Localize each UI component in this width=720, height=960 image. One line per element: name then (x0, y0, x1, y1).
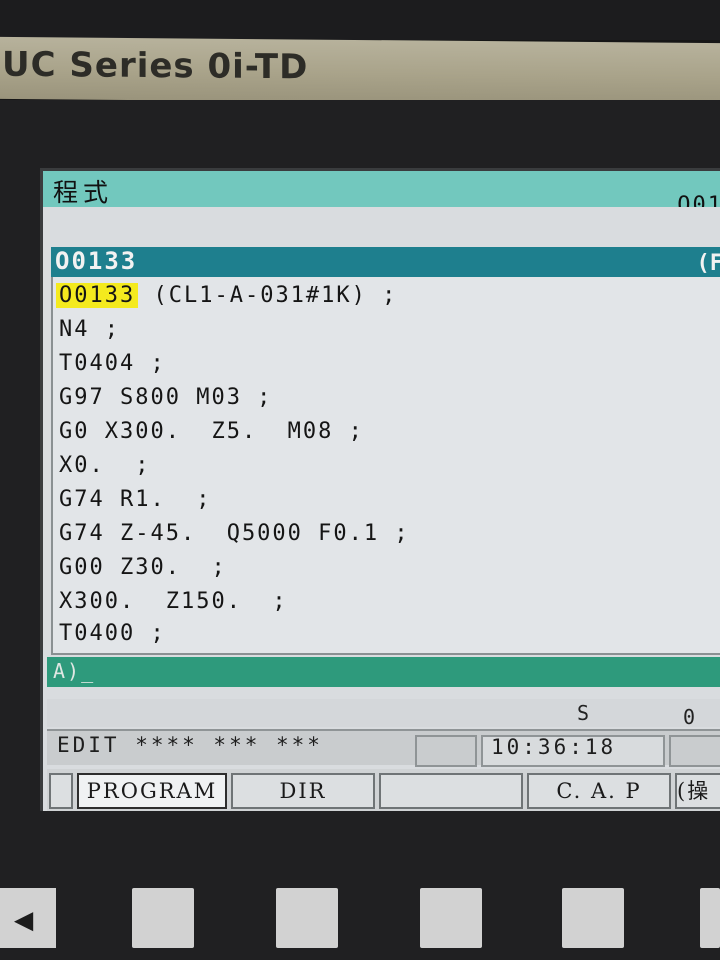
bezel-top (0, 0, 720, 40)
program-line[interactable]: G00 Z30. ; (59, 555, 227, 580)
program-line[interactable]: N4 ; (59, 317, 120, 342)
softkey-cap[interactable]: C. A. P (527, 773, 671, 809)
left-arrow-icon: ◀ (14, 900, 34, 938)
softkey-operation[interactable]: (操 (675, 773, 720, 809)
program-line[interactable]: G74 R1. ; (59, 487, 211, 512)
program-line[interactable]: T0404 ; (59, 351, 166, 376)
input-line-text: A)_ (53, 659, 96, 683)
softkey-bar: PROGRAM DIR C. A. P (操 (47, 769, 720, 811)
mode-status: EDIT **** *** *** (57, 733, 323, 757)
softkey-return[interactable] (49, 773, 73, 809)
program-header-mode: (F (696, 251, 720, 276)
input-line[interactable]: A)_ (47, 657, 720, 687)
program-line-text: (CL1-A-031#1K) ; (138, 283, 398, 308)
status-box (415, 735, 477, 767)
clock-time: 10:36:18 (491, 735, 617, 759)
status-box-right (669, 735, 720, 767)
screen-title: 程式 (53, 178, 114, 207)
spindle-label: S (577, 701, 590, 725)
status-row (47, 699, 720, 727)
program-line[interactable]: G74 Z-45. Q5000 F0.1 ; (59, 521, 410, 546)
softkey-program[interactable]: PROGRAM (77, 773, 227, 809)
program-line[interactable]: O0133 (CL1-A-031#1K) ; (56, 283, 398, 308)
title-bar: 程式 O01 (43, 171, 720, 218)
brand-label: UC Series 0i-TD (2, 44, 309, 88)
program-line[interactable]: X0. ; (59, 453, 150, 478)
hardware-softkey-button[interactable] (420, 888, 482, 948)
cursor-highlight: O0133 (56, 283, 139, 308)
title-sub-area (43, 207, 720, 245)
program-header-name: O0133 (55, 247, 138, 275)
program-header: O0133 (F (51, 247, 720, 277)
program-line[interactable]: G97 S800 M03 ; (59, 385, 272, 410)
hardware-softkey-button[interactable] (276, 888, 338, 948)
softkey-blank[interactable] (379, 773, 523, 809)
program-editor[interactable]: O0133 (CL1-A-031#1K) ; N4 ; T0404 ; G97 … (51, 277, 720, 655)
program-line[interactable]: G0 X300. Z5. M08 ; (59, 419, 364, 444)
hardware-softkey-button[interactable] (132, 888, 194, 948)
softkey-dir[interactable]: DIR (231, 773, 375, 809)
hardware-left-arrow-button[interactable]: ◀ (0, 888, 56, 948)
program-line[interactable]: T0400 ; (59, 621, 166, 646)
program-line[interactable]: X300. Z150. ; (59, 589, 288, 614)
cnc-screen: 程式 O01 O0133 (F O0133 (CL1-A-031#1K) ; N… (40, 168, 720, 811)
hardware-softkey-button[interactable] (700, 888, 720, 948)
hardware-softkey-button[interactable] (562, 888, 624, 948)
